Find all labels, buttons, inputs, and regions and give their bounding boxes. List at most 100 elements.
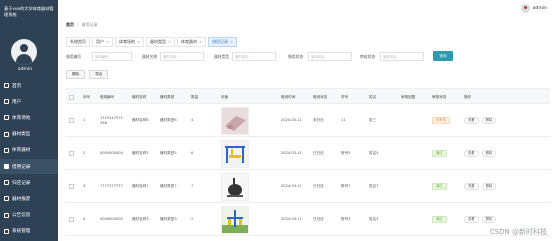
- sidebar: 基于vue的大学体育器材管理系统 admin 首页 用户 体育场地器材类型 体育器材借…: [0, 0, 58, 241]
- view-button[interactable]: 查看: [464, 183, 479, 190]
- search-button[interactable]: 查询: [433, 51, 453, 61]
- tab-label: 体育器材: [181, 39, 198, 44]
- row-checkbox[interactable]: [69, 184, 74, 189]
- filter-label-borrow-code: 借用编号: [66, 54, 82, 59]
- cell-sid: 账号5: [341, 151, 351, 155]
- cell-operations: 查看 删除: [464, 137, 499, 170]
- notice-icon: [4, 212, 9, 218]
- cell-operations: 查看 删除: [464, 104, 499, 137]
- cell-sname: 张三: [369, 118, 377, 122]
- sidebar-item-0[interactable]: 首页: [0, 78, 58, 93]
- table-row[interactable]: 3 7777777777 器材名称7 器材类型7 7 2024-03-11 已归还 账号7 姓名…: [66, 170, 550, 203]
- equipment-icon: [4, 147, 9, 153]
- cell-state: 未归还: [313, 118, 324, 122]
- sidebar-item-1[interactable]: 用户: [0, 94, 58, 109]
- tab-3[interactable]: 器材类型 ×: [146, 37, 176, 47]
- user-icon: [4, 99, 9, 105]
- cell-qty: 7: [191, 184, 194, 188]
- select-all-checkbox[interactable]: [69, 94, 74, 100]
- delete-button[interactable]: 删除: [66, 70, 86, 79]
- breadcrumb-current: 借用记录: [81, 21, 98, 27]
- equipment-image[interactable]: [221, 172, 249, 201]
- column-header: 姓名: [369, 94, 377, 99]
- equipment-image[interactable]: [221, 106, 249, 135]
- view-button[interactable]: 查看: [464, 150, 479, 157]
- breadcrumb-home[interactable]: 首页: [66, 22, 74, 28]
- column-header: 审核状态: [432, 94, 447, 99]
- scrap-icon: [4, 196, 9, 202]
- sidebar-item-7[interactable]: 器材报废: [0, 191, 58, 206]
- borrow-state-select[interactable]: 借用状态: [308, 52, 352, 61]
- equipment-name-input[interactable]: 器材名称: [160, 52, 204, 61]
- filter-label-equipment-name: 器材名称: [142, 54, 158, 59]
- filter-label-equipment-type: 器材类型: [214, 54, 230, 59]
- column-header: 学号: [341, 94, 349, 99]
- close-icon[interactable]: ×: [137, 40, 140, 44]
- sidebar-item-5[interactable]: 借用记录: [0, 159, 58, 174]
- close-icon[interactable]: ×: [168, 40, 171, 44]
- cell-sid: 账号7: [341, 184, 351, 188]
- cell-state: 已归还: [313, 217, 324, 221]
- close-icon[interactable]: ×: [230, 40, 233, 44]
- audit-state-select[interactable]: 审核状态: [380, 52, 424, 61]
- column-header: 封面: [221, 94, 229, 99]
- settings-icon: [4, 228, 9, 234]
- cell-type: 器材类型5: [160, 151, 177, 155]
- sidebar-username: admin: [17, 67, 33, 72]
- row-select-cell: [69, 203, 74, 236]
- tab-1[interactable]: 用户 ×: [92, 37, 114, 47]
- cell-name: 器材名称6: [132, 118, 149, 122]
- close-icon[interactable]: ×: [199, 40, 202, 44]
- equipment-type-input[interactable]: 器材类型: [232, 52, 276, 61]
- row-checkbox[interactable]: [69, 151, 74, 156]
- table-row[interactable]: 1 1719147571-268 器材名称6 器材类型6 4 2024-03-11 未归还 1…: [66, 104, 550, 137]
- equipment-image[interactable]: [221, 139, 249, 168]
- row-delete-button[interactable]: 删除: [481, 117, 497, 124]
- field-icon: [4, 115, 9, 121]
- table-row[interactable]: 4 0000000000 器材名称3 器材类型3 2 2024-03-11 已归还 账号3 姓名…: [66, 203, 550, 236]
- tab-label: 借用记录: [212, 39, 229, 44]
- row-checkbox[interactable]: [69, 217, 74, 222]
- column-header: 借用时间: [281, 94, 296, 99]
- cell-type: 器材类型6: [160, 118, 177, 122]
- tab-0[interactable]: 系统首页: [66, 37, 90, 47]
- app-title: 基于vue的大学体育器材管理系统: [4, 6, 54, 17]
- action-bar: 删除 导出: [66, 70, 112, 79]
- row-delete-button[interactable]: 删除: [481, 183, 497, 190]
- sidebar-item-2[interactable]: 体育场地: [0, 110, 58, 125]
- status-badge: 通过: [432, 183, 447, 190]
- cell-type: 器材类型3: [160, 217, 177, 221]
- cell-audit: 未审核: [432, 104, 450, 137]
- view-button[interactable]: 查看: [464, 117, 479, 124]
- cell-sname: 姓名3: [369, 217, 379, 221]
- tab-label: 体育场地: [119, 39, 136, 44]
- cell-code: 1719147571-268: [100, 115, 125, 125]
- record-icon: [4, 164, 9, 169]
- table-row[interactable]: 2 0000000000 器材名称5 器材类型5 6 2024-03-11 已归还 账号5 姓名…: [66, 137, 550, 170]
- cell-audit: 通过: [432, 203, 447, 236]
- row-delete-button[interactable]: 删除: [481, 216, 497, 223]
- equipment-image[interactable]: [221, 205, 249, 234]
- close-icon[interactable]: ×: [106, 40, 109, 44]
- cell-no: 3: [83, 184, 86, 188]
- row-delete-button[interactable]: 删除: [481, 150, 497, 157]
- sidebar-item-3[interactable]: 器材类型: [0, 127, 58, 142]
- tab-2[interactable]: 体育场地 ×: [115, 37, 145, 47]
- breadcrumb: 首页 / 借用记录: [66, 20, 97, 29]
- filter-label-audit-state: 审核状态: [360, 54, 376, 59]
- export-button[interactable]: 导出: [89, 70, 109, 79]
- sidebar-item-6[interactable]: 归还记录: [0, 175, 58, 190]
- sidebar-item-label: 公告信息: [12, 213, 31, 219]
- sidebar-item-9[interactable]: 系统管理: [0, 224, 58, 239]
- view-button[interactable]: 查看: [464, 216, 479, 223]
- cell-audit: 通过: [432, 137, 447, 170]
- table-header: 序号 借用编号 器材名称 器材类型 数量 封面 借用时间 借用状态 学号 姓名 审核回复 审核状态 操作: [66, 88, 550, 104]
- user-menu[interactable]: admin: [520, 4, 547, 13]
- sidebar-item-4[interactable]: 体育器材: [0, 143, 58, 158]
- sidebar-item-8[interactable]: 公告信息: [0, 208, 58, 223]
- tab-5[interactable]: 借用记录 ×: [208, 37, 238, 47]
- borrow-code-input[interactable]: 借用编号: [92, 52, 132, 61]
- avatar[interactable]: [11, 39, 37, 65]
- row-checkbox[interactable]: [69, 118, 74, 123]
- tab-4[interactable]: 体育器材 ×: [177, 37, 207, 47]
